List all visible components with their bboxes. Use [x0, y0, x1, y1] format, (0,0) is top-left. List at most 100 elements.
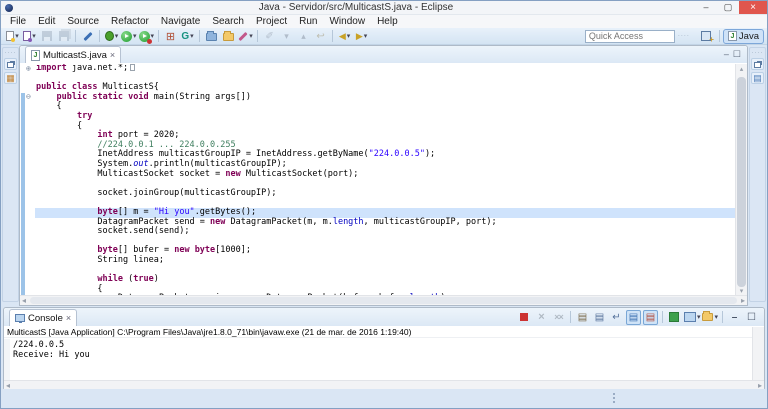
toolbar-separator — [158, 30, 160, 42]
run-icon[interactable]: ▾ — [121, 29, 137, 44]
dropdown-arrow-icon[interactable]: ▾ — [190, 32, 194, 40]
open-console-icon[interactable]: ▾ — [702, 310, 718, 325]
status-bar-drag-handle[interactable] — [613, 393, 615, 403]
code-line[interactable]: socket.send(send); — [20, 226, 735, 237]
tab-multicasts-java[interactable]: J MulticastS.java × — [25, 46, 122, 63]
new-java-project-icon[interactable]: ▾ — [22, 29, 37, 44]
toolbar-separator — [199, 30, 201, 42]
editor-vertical-scrollbar[interactable]: ▴ ▾ — [735, 64, 747, 295]
code-token: import — [36, 64, 67, 73]
code-line[interactable]: ⊕ import java.net.*; — [20, 64, 735, 74]
menu-edit[interactable]: Edit — [32, 15, 61, 28]
code-editor[interactable]: ⊕ import java.net.*; public class Multicas… — [20, 64, 735, 295]
display-selected-console-icon[interactable]: ▾ — [684, 310, 701, 325]
menu-help[interactable]: Help — [371, 15, 404, 28]
pencil-icon[interactable] — [80, 29, 95, 44]
dropdown-arrow-icon[interactable]: ▾ — [133, 32, 137, 40]
menu-search[interactable]: Search — [206, 15, 250, 28]
package-explorer-icon[interactable] — [4, 72, 17, 84]
dropdown-arrow-icon[interactable]: ▾ — [697, 313, 701, 321]
menu-navigate[interactable]: Navigate — [155, 15, 206, 28]
outline-view-icon[interactable] — [751, 72, 764, 84]
console-tab-close-icon[interactable]: × — [66, 313, 71, 323]
server-g-icon[interactable]: ▾ — [180, 29, 195, 44]
dropdown-arrow-icon[interactable]: ▾ — [115, 32, 119, 40]
open-perspective-icon[interactable] — [699, 30, 714, 44]
code-token: MulticastS{ — [97, 82, 159, 93]
code-line[interactable]: while (true) — [20, 274, 735, 285]
debug-icon[interactable]: ▾ — [104, 29, 119, 44]
code-line[interactable]: ⊖ public static void main(String args[]) — [20, 91, 735, 103]
fold-collapse-icon[interactable]: ⊖ — [26, 92, 31, 102]
window-close-button[interactable]: × — [739, 0, 767, 14]
dropdown-arrow-icon[interactable]: ▾ — [714, 313, 718, 321]
show-stderr-when-changed-icon[interactable] — [642, 309, 658, 325]
open-folder-blue-icon[interactable] — [204, 29, 219, 44]
horizontal-scroll-thumb[interactable] — [30, 297, 737, 304]
pin-console-icon[interactable] — [667, 310, 682, 325]
run-coverage-icon[interactable]: ▾ — [138, 29, 154, 44]
editor-tab-bar: J MulticastS.java × – ☐ — [20, 46, 747, 63]
menu-run[interactable]: Run — [293, 15, 323, 28]
folded-region-box[interactable] — [130, 64, 136, 71]
code-token: ) — [153, 274, 159, 285]
editor-minimize-icon[interactable]: – — [724, 49, 729, 60]
dropdown-arrow-icon[interactable]: ▾ — [15, 32, 19, 40]
maximize-view-icon[interactable] — [744, 310, 759, 325]
dropdown-arrow-icon[interactable]: ▾ — [347, 32, 351, 40]
code-token: public — [36, 82, 67, 93]
scroll-lock-icon[interactable] — [592, 310, 607, 325]
search-brush-icon[interactable]: ▾ — [238, 29, 253, 44]
scroll-up-icon[interactable]: ▴ — [736, 65, 747, 73]
show-stdout-when-changed-icon[interactable] — [625, 309, 641, 325]
tab-console[interactable]: Console × — [9, 309, 78, 326]
code-area[interactable]: ⊕ import java.net.*; public class Multicas… — [20, 64, 735, 295]
back-icon[interactable]: ▾ — [337, 29, 352, 44]
open-folder-yellow-icon[interactable] — [221, 29, 236, 44]
drag-handle-icon[interactable]: ···· — [752, 50, 764, 56]
minimized-outline-bar: ···· — [749, 47, 766, 302]
window-maximize-button[interactable]: ▢ — [717, 1, 739, 14]
new-project-grid-icon[interactable] — [163, 29, 178, 44]
code-line[interactable]: MulticastSocket socket = new MulticastSo… — [20, 169, 735, 180]
vertical-scroll-thumb[interactable] — [737, 77, 746, 287]
word-wrap-icon[interactable] — [609, 310, 624, 325]
restore-view-icon[interactable] — [751, 58, 764, 70]
console-vertical-scrollbar[interactable] — [752, 327, 764, 380]
menu-project[interactable]: Project — [250, 15, 293, 28]
java-perspective-label: Java — [738, 30, 759, 42]
quick-access-input[interactable] — [584, 29, 675, 43]
terminate-icon[interactable] — [517, 310, 532, 325]
menu-file[interactable]: File — [4, 15, 32, 28]
status-bar — [1, 389, 767, 408]
editor-maximize-icon[interactable]: ☐ — [733, 49, 741, 60]
dropdown-arrow-icon[interactable]: ▾ — [364, 32, 368, 40]
tab-close-icon[interactable]: × — [110, 50, 115, 60]
fold-expand-icon[interactable]: ⊕ — [26, 64, 31, 73]
menu-refactor[interactable]: Refactor — [105, 15, 155, 28]
new-wizard-icon[interactable]: ▾ — [5, 29, 20, 44]
scroll-left-icon[interactable]: ◂ — [22, 296, 26, 306]
console-output[interactable]: /224.0.0.5 Receive: Hi you — [4, 339, 752, 380]
dropdown-arrow-icon[interactable]: ▾ — [32, 32, 36, 40]
scroll-down-icon[interactable]: ▾ — [736, 287, 747, 295]
dropdown-arrow-icon[interactable]: ▾ — [249, 32, 253, 40]
forward-icon[interactable]: ▾ — [354, 29, 369, 44]
clear-console-icon[interactable] — [575, 310, 590, 325]
drag-handle-icon[interactable]: ···· — [5, 50, 17, 56]
toolbar-separator — [99, 30, 100, 42]
code-line[interactable]: String linea; — [20, 255, 735, 266]
eclipse-logo-icon — [5, 3, 13, 12]
editor-horizontal-scrollbar[interactable]: ◂ ▸ — [20, 295, 747, 305]
code-line[interactable]: try — [20, 111, 735, 122]
window-minimize-button[interactable]: – — [695, 1, 717, 14]
menu-window[interactable]: Window — [323, 15, 371, 28]
code-line[interactable]: socket.joinGroup(multicastGroupIP); — [20, 188, 735, 199]
minimize-view-icon[interactable] — [727, 310, 742, 325]
code-line[interactable]: { — [20, 102, 735, 112]
code-token: void — [128, 91, 149, 102]
menu-source[interactable]: Source — [61, 15, 105, 28]
scroll-right-icon[interactable]: ▸ — [741, 296, 745, 306]
java-perspective-button[interactable]: J Java — [722, 28, 764, 44]
restore-view-icon[interactable] — [4, 58, 17, 70]
